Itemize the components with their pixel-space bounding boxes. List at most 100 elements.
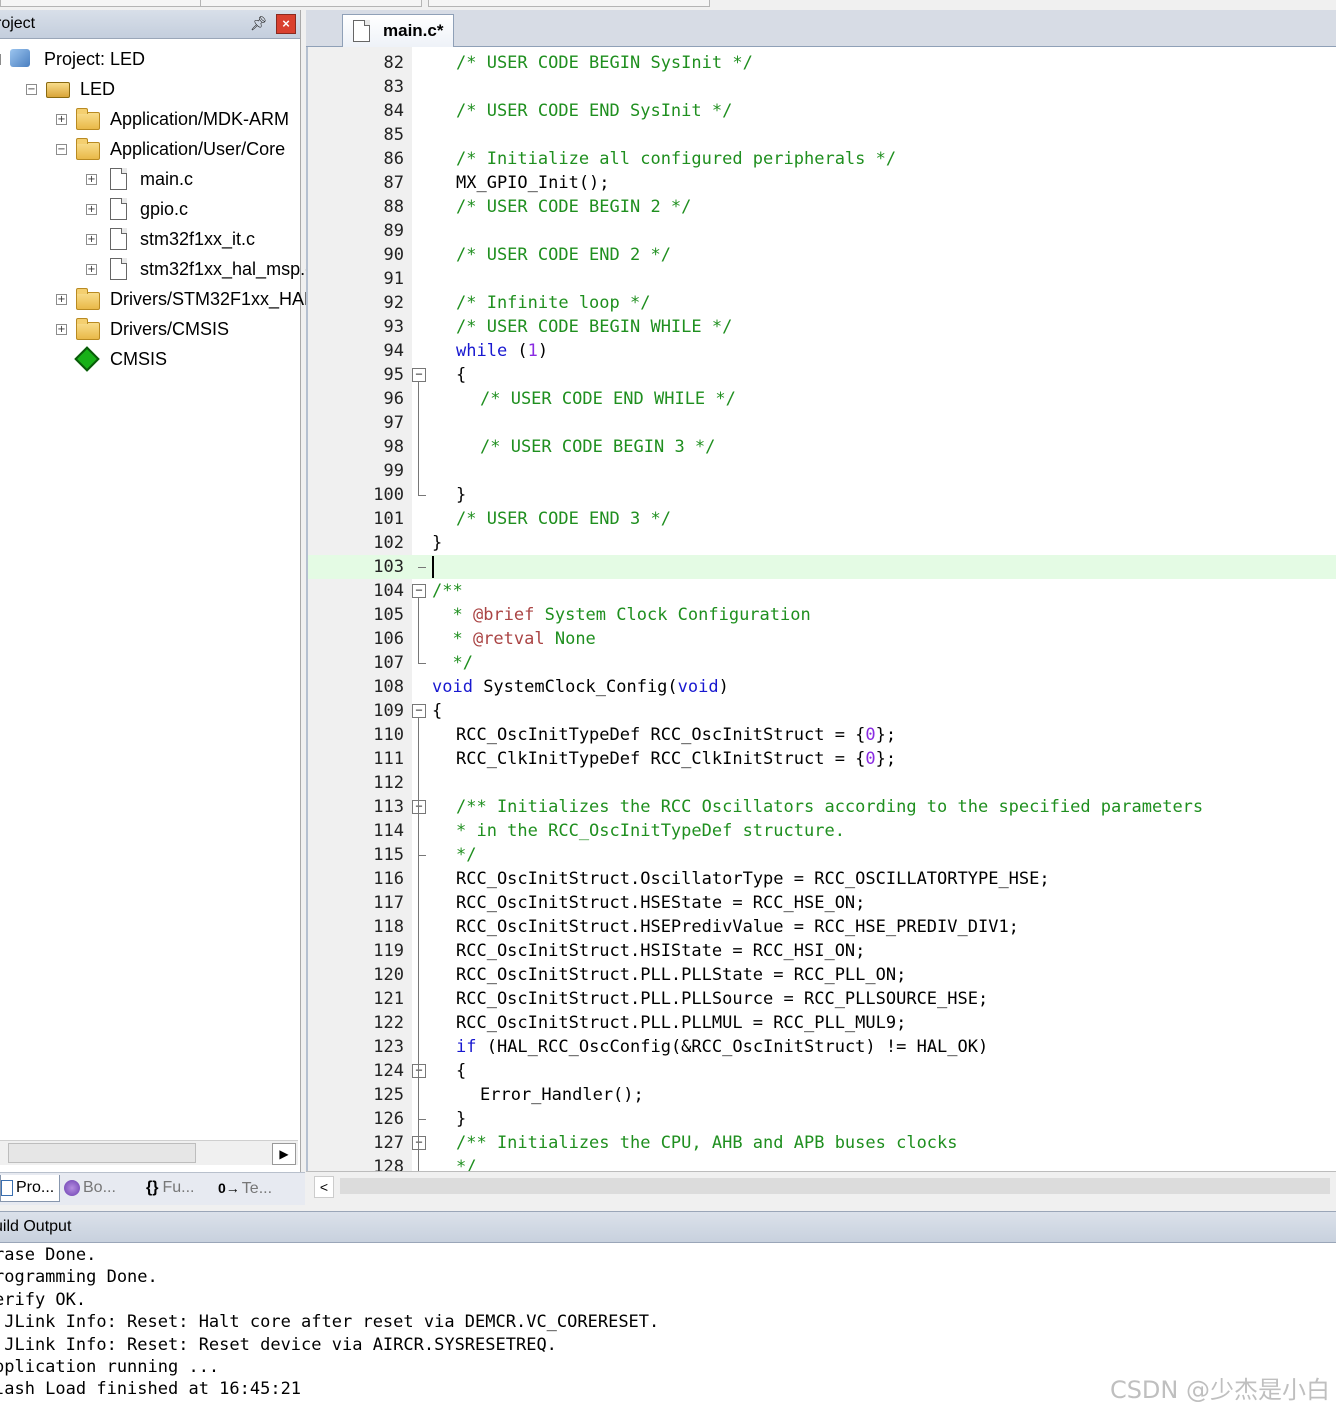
line-number: 126 bbox=[373, 1109, 404, 1129]
fold-guide-line bbox=[418, 717, 419, 1171]
collapse-icon[interactable]: − bbox=[26, 84, 37, 95]
code-line[interactable]: 87 MX_GPIO_Init(); bbox=[308, 171, 1336, 195]
code-line[interactable]: 95 { bbox=[308, 363, 1336, 387]
tree-item[interactable]: CMSIS bbox=[0, 344, 298, 374]
code-line[interactable]: 85 bbox=[308, 123, 1336, 147]
code-line[interactable]: 84 /* USER CODE END SysInit */ bbox=[308, 99, 1336, 123]
code-token: (HAL_RCC_OscConfig(&RCC_OscInitStruct) !… bbox=[476, 1037, 989, 1057]
close-icon[interactable]: × bbox=[276, 14, 296, 34]
code-line[interactable]: 125 Error_Handler(); bbox=[308, 1083, 1336, 1107]
code-line[interactable]: 96 /* USER CODE END WHILE */ bbox=[308, 387, 1336, 411]
expand-icon[interactable]: + bbox=[86, 234, 97, 245]
tab-templates[interactable]: 0→ Te... bbox=[218, 1175, 288, 1201]
code-text: /* Initialize all configured peripherals… bbox=[456, 147, 896, 171]
fold-collapse-icon[interactable]: − bbox=[412, 368, 426, 382]
code-line[interactable]: 97 bbox=[308, 411, 1336, 435]
fold-collapse-icon[interactable]: − bbox=[412, 1064, 426, 1078]
code-line[interactable]: 126} bbox=[308, 1107, 1336, 1131]
code-line[interactable]: 88 /* USER CODE BEGIN 2 */ bbox=[308, 195, 1336, 219]
code-line[interactable]: 113 /** Initializes the RCC Oscillators a… bbox=[308, 795, 1336, 819]
code-line[interactable]: 93 /* USER CODE BEGIN WHILE */ bbox=[308, 315, 1336, 339]
code-line[interactable]: 91 bbox=[308, 267, 1336, 291]
expand-icon[interactable]: + bbox=[56, 324, 67, 335]
code-token: { bbox=[456, 1061, 467, 1081]
code-line[interactable]: 110 RCC_OscInitTypeDef RCC_OscInitStruct … bbox=[308, 723, 1336, 747]
code-line[interactable]: 99 bbox=[308, 459, 1336, 483]
code-line[interactable]: 108 void SystemClock_Config(void) bbox=[308, 675, 1336, 699]
code-line[interactable]: 121 RCC_OscInitStruct.PLL.PLLSource = RCC… bbox=[308, 987, 1336, 1011]
tree-item[interactable]: + stm32f1xx_it.c bbox=[0, 224, 298, 254]
tree-item[interactable]: + main.c bbox=[0, 164, 298, 194]
code-line[interactable]: 101 /* USER CODE END 3 */ bbox=[308, 507, 1336, 531]
code-line[interactable]: 114 * in the RCC_OscInitTypeDef structure… bbox=[308, 819, 1336, 843]
code-line[interactable]: 116 RCC_OscInitStruct.OscillatorType = RC… bbox=[308, 867, 1336, 891]
scrollbar-thumb[interactable] bbox=[8, 1143, 196, 1163]
code-line[interactable]: 117 RCC_OscInitStruct.HSEState = RCC_HSE_… bbox=[308, 891, 1336, 915]
tab-books[interactable]: Bo... bbox=[64, 1175, 134, 1201]
code-line[interactable]: 92 /* Infinite loop */ bbox=[308, 291, 1336, 315]
tree-item[interactable]: − LED bbox=[0, 74, 298, 104]
expand-icon[interactable]: + bbox=[86, 264, 97, 275]
expand-icon[interactable]: + bbox=[86, 204, 97, 215]
expand-icon[interactable]: + bbox=[56, 294, 67, 305]
expand-icon[interactable]: + bbox=[56, 114, 67, 125]
tab-project[interactable]: Pro... bbox=[0, 1175, 60, 1202]
build-output-panel[interactable]: rase Done. rogramming Done. erify OK. JLin… bbox=[0, 1243, 1336, 1409]
scroll-right-arrow-icon[interactable]: ▶ bbox=[272, 1143, 296, 1165]
code-line[interactable]: 89 bbox=[308, 219, 1336, 243]
fold-collapse-icon[interactable]: − bbox=[412, 800, 426, 814]
code-line[interactable]: 103 bbox=[308, 555, 1336, 579]
code-line[interactable]: 105 * @brief System Clock Configuration bbox=[308, 603, 1336, 627]
code-line[interactable]: 128 */ bbox=[308, 1155, 1336, 1171]
scroll-left-arrow-icon[interactable]: < bbox=[314, 1176, 334, 1198]
tree-item[interactable]: + gpio.c bbox=[0, 194, 298, 224]
line-number: 84 bbox=[383, 101, 404, 121]
code-line[interactable]: 122 RCC_OscInitStruct.PLL.PLLMUL = RCC_PL… bbox=[308, 1011, 1336, 1035]
fold-collapse-icon[interactable]: − bbox=[412, 704, 426, 718]
code-line[interactable]: 94 while (1) bbox=[308, 339, 1336, 363]
fold-collapse-icon[interactable]: − bbox=[412, 584, 426, 598]
build-output-line: pplication running ... bbox=[0, 1357, 220, 1377]
scrollbar-track[interactable] bbox=[340, 1178, 1330, 1194]
tree-item[interactable]: − Application/User/Core bbox=[0, 134, 298, 164]
code-line[interactable]: 124 { bbox=[308, 1059, 1336, 1083]
fold-collapse-icon[interactable]: − bbox=[412, 1136, 426, 1150]
editor-hscrollbar[interactable]: < bbox=[306, 1171, 1336, 1202]
tree-item[interactable]: + Drivers/CMSIS bbox=[0, 314, 298, 344]
code-line[interactable]: 83 bbox=[308, 75, 1336, 99]
line-number: 109 bbox=[373, 701, 404, 721]
pin-icon[interactable]: 📌︎ bbox=[250, 15, 268, 32]
tree-item[interactable]: + Application/MDK-ARM bbox=[0, 104, 298, 134]
folder-icon bbox=[76, 288, 100, 310]
code-line[interactable]: 111 RCC_ClkInitTypeDef RCC_ClkInitStruct … bbox=[308, 747, 1336, 771]
project-hscrollbar[interactable]: ▶ bbox=[0, 1140, 298, 1165]
tab-main-c[interactable]: main.c* bbox=[342, 14, 454, 47]
code-line[interactable]: 100} bbox=[308, 483, 1336, 507]
code-text: /* USER CODE BEGIN SysInit */ bbox=[456, 51, 753, 75]
code-line[interactable]: 90 /* USER CODE END 2 */ bbox=[308, 243, 1336, 267]
code-line[interactable]: 119 RCC_OscInitStruct.HSIState = RCC_HSI_… bbox=[308, 939, 1336, 963]
code-line[interactable]: 106 * @retval None bbox=[308, 627, 1336, 651]
code-line[interactable]: 118 RCC_OscInitStruct.HSEPredivValue = RC… bbox=[308, 915, 1336, 939]
code-line[interactable]: 86 /* Initialize all configured periphera… bbox=[308, 147, 1336, 171]
collapse-icon[interactable]: − bbox=[0, 54, 1, 65]
tab-functions[interactable]: {} Fu... bbox=[146, 1175, 208, 1201]
tree-item[interactable]: − Project: LED bbox=[0, 44, 292, 74]
collapse-icon[interactable]: − bbox=[56, 144, 67, 155]
code-line[interactable]: 120 RCC_OscInitStruct.PLL.PLLState = RCC_… bbox=[308, 963, 1336, 987]
code-line[interactable]: 107 */ bbox=[308, 651, 1336, 675]
code-line[interactable]: 109 { bbox=[308, 699, 1336, 723]
code-line[interactable]: 123 if (HAL_RCC_OscConfig(&RCC_OscInitStr… bbox=[308, 1035, 1336, 1059]
code-line[interactable]: 115 */ bbox=[308, 843, 1336, 867]
code-line[interactable]: 127 /** Initializes the CPU, AHB and APB … bbox=[308, 1131, 1336, 1155]
code-line[interactable]: 98 /* USER CODE BEGIN 3 */ bbox=[308, 435, 1336, 459]
tree-item[interactable]: + Drivers/STM32F1xx_HAL_ bbox=[0, 284, 324, 314]
code-line[interactable]: 112 bbox=[308, 771, 1336, 795]
tree-item[interactable]: + stm32f1xx_hal_msp.c bbox=[0, 254, 314, 284]
code-line[interactable]: 104 /** bbox=[308, 579, 1336, 603]
code-line[interactable]: 102} bbox=[308, 531, 1336, 555]
expand-icon[interactable]: + bbox=[86, 174, 97, 185]
code-line[interactable]: 82 /* USER CODE BEGIN SysInit */ bbox=[308, 51, 1336, 75]
watermark: CSDN @少杰是小白 bbox=[1109, 1376, 1330, 1404]
code-editor[interactable]: 82 /* USER CODE BEGIN SysInit */ 83 84 /* US… bbox=[306, 47, 1336, 1171]
